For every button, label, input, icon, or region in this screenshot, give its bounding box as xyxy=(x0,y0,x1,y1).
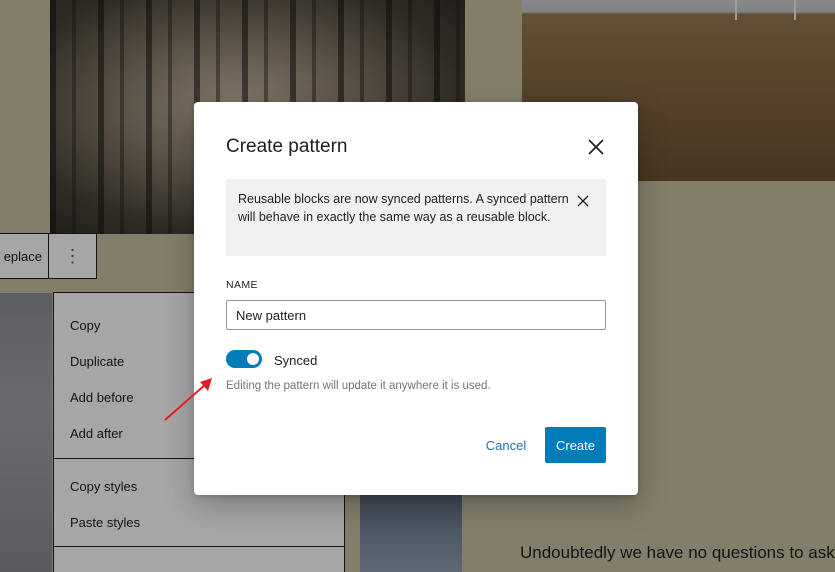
info-notice: Reusable blocks are now synced patterns.… xyxy=(226,179,606,256)
create-button[interactable]: Create xyxy=(545,427,606,463)
pattern-name-input[interactable] xyxy=(226,300,606,330)
toggle-knob xyxy=(247,353,259,365)
create-pattern-modal: Create pattern Reusable blocks are now s… xyxy=(194,102,638,495)
annotation-arrow-icon xyxy=(164,378,212,421)
modal-title: Create pattern xyxy=(226,136,348,157)
close-icon[interactable] xyxy=(575,193,591,209)
synced-label: Synced xyxy=(274,353,318,368)
synced-help-text: Editing the pattern will update it anywh… xyxy=(226,380,491,392)
name-label: NAME xyxy=(226,279,258,291)
close-icon[interactable] xyxy=(583,134,609,160)
cancel-button[interactable]: Cancel xyxy=(479,427,533,463)
notice-text: Reusable blocks are now synced patterns.… xyxy=(238,192,569,224)
synced-toggle[interactable] xyxy=(226,350,262,368)
